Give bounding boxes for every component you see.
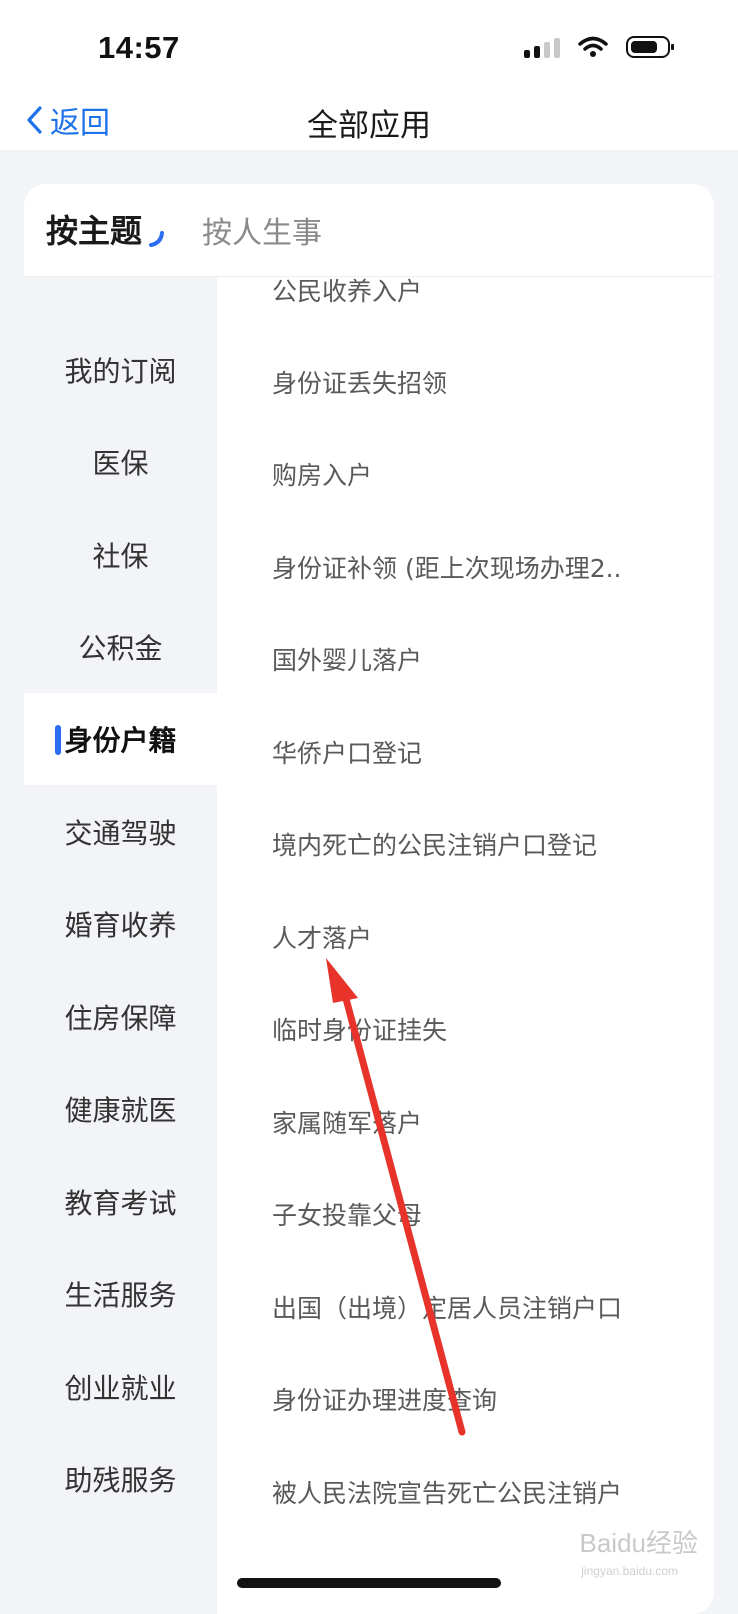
list-item[interactable]: 身份证丢失招领 (272, 364, 712, 400)
list-item[interactable]: 子女投靠父母 (272, 1196, 712, 1232)
home-indicator[interactable] (237, 1578, 501, 1588)
list-item[interactable]: 被人民法院宣告死亡公民注销户 (272, 1474, 712, 1510)
cellular-signal-icon (524, 36, 560, 58)
watermark-url: jingyan.baidu.com (581, 1564, 678, 1578)
sidebar-item-label: 创业就业 (64, 1372, 177, 1405)
sidebar-item-label: 助残服务 (64, 1464, 177, 1497)
sidebar-item-identity-household[interactable]: 身份户籍 (24, 693, 217, 785)
battery-icon (626, 36, 674, 58)
list-item[interactable]: 临时身份证挂失 (272, 1011, 712, 1047)
sidebar-item-label: 健康就医 (64, 1094, 177, 1127)
list-item[interactable]: 华侨户口登记 (272, 734, 712, 770)
list-item[interactable]: 身份证补领 (距上次现场办理2.. (272, 549, 712, 585)
list-item[interactable]: 购房入户 (272, 456, 712, 492)
sidebar-item-label: 身份户籍 (64, 724, 177, 757)
sidebar-item-label: 交通驾驶 (64, 817, 177, 850)
list-item[interactable]: 人才落户 (272, 919, 712, 955)
nav-bar: 返回 全部应用 (0, 90, 738, 150)
active-indicator (55, 725, 61, 755)
sidebar-item-housing-security[interactable]: 住房保障 (24, 971, 217, 1063)
wifi-icon (578, 36, 608, 57)
service-list: 公民收养入户 身份证丢失招领 购房入户 身份证补领 (距上次现场办理2.. 国外… (217, 277, 714, 1614)
sidebar-item-medical-insurance[interactable]: 医保 (24, 416, 217, 508)
sidebar-item-education-exams[interactable]: 教育考试 (24, 1156, 217, 1248)
list-item[interactable]: 国外婴儿落户 (272, 641, 712, 677)
sidebar-item-traffic-driving[interactable]: 交通驾驶 (24, 786, 217, 878)
baidu-watermark: Baidu经验 (579, 1528, 699, 1558)
category-tabs: 按主题 按人生事 (24, 184, 714, 277)
apps-card: 按主题 按人生事 我的订阅 医保 社保 公积金 身份户籍 交通驾驶 婚育收养 住… (24, 184, 714, 1614)
tab-active-indicator-icon (149, 231, 164, 247)
list-item[interactable]: 境内死亡的公民注销户口登记 (272, 826, 712, 862)
sidebar-item-subscriptions[interactable]: 我的订阅 (24, 324, 217, 416)
sidebar-item-housing-fund[interactable]: 公积金 (24, 601, 217, 693)
sidebar-item-disability-services[interactable]: 助残服务 (24, 1433, 217, 1525)
list-item[interactable]: 身份证办理进度查询 (272, 1381, 712, 1417)
status-time: 14:57 (98, 30, 180, 65)
sidebar-item-health-medical[interactable]: 健康就医 (24, 1063, 217, 1155)
sidebar-item-label: 教育考试 (64, 1187, 177, 1220)
sidebar-item-label: 社保 (92, 540, 149, 573)
sidebar-item-label: 婚育收养 (64, 909, 177, 942)
tab-by-theme[interactable]: 按主题 (46, 206, 142, 252)
sidebar-item-label: 医保 (92, 447, 149, 480)
page-title: 全部应用 (307, 108, 431, 144)
sidebar-item-life-services[interactable]: 生活服务 (24, 1248, 217, 1340)
sidebar-item-social-security[interactable]: 社保 (24, 509, 217, 601)
list-item[interactable]: 家属随军落户 (272, 1104, 712, 1140)
sidebar-item-label: 我的订阅 (64, 355, 177, 388)
category-sidebar: 我的订阅 医保 社保 公积金 身份户籍 交通驾驶 婚育收养 住房保障 健康就医 … (24, 277, 217, 1614)
status-bar: 14:57 (0, 0, 738, 90)
list-item[interactable]: 出国（出境）定居人员注销户口 (272, 1289, 712, 1325)
sidebar-item-marriage-adoption[interactable]: 婚育收养 (24, 878, 217, 970)
sidebar-item-label: 生活服务 (64, 1279, 177, 1312)
tab-by-life-event[interactable]: 按人生事 (202, 208, 322, 252)
sidebar-item-label: 住房保障 (64, 1002, 177, 1035)
sidebar-item-label: 公积金 (78, 632, 163, 665)
sidebar-item-entrepreneurship-employment[interactable]: 创业就业 (24, 1341, 217, 1433)
list-item[interactable]: 公民收养入户 (272, 272, 712, 308)
status-icons (524, 36, 674, 58)
